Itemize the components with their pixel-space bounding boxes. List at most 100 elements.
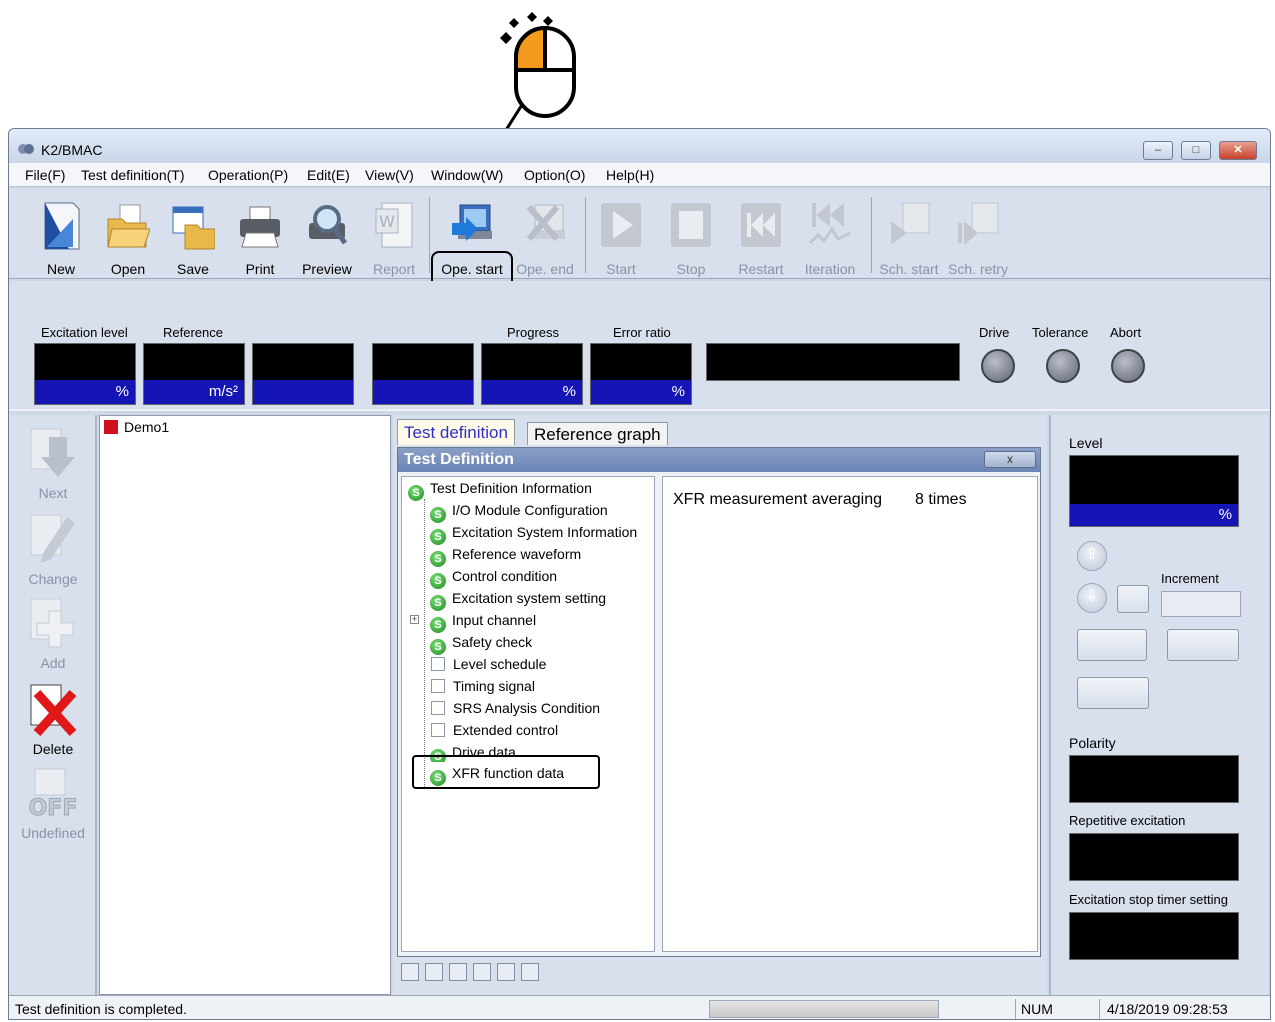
reference-display: m/s²	[143, 343, 245, 405]
tile-vertical-icon[interactable]	[449, 963, 467, 981]
test-definition-close-button[interactable]: x	[984, 451, 1036, 468]
level-display: %	[1069, 455, 1239, 527]
cascade-icon[interactable]	[473, 963, 491, 981]
restart-button[interactable]: Restart	[731, 193, 791, 279]
waveform-button[interactable]	[1077, 629, 1147, 661]
status-datetime: 4/18/2019 09:28:53	[1107, 1001, 1228, 1017]
tree-item-demo1[interactable]: Demo1	[104, 419, 169, 435]
status-message: Test definition is completed.	[15, 1001, 187, 1017]
tree-item[interactable]: S Control condition	[430, 565, 557, 589]
iteration-button[interactable]: Iteration	[799, 193, 861, 279]
next-button[interactable]: Next	[13, 427, 93, 509]
report-button[interactable]: W Report	[367, 193, 421, 279]
menu-operation[interactable]: Operation(P)	[208, 167, 288, 183]
increment-input[interactable]	[1161, 591, 1241, 617]
level-down-button[interactable]: ⇩	[1077, 583, 1107, 613]
drive-label: Drive	[979, 325, 1010, 340]
print-button[interactable]: Print	[233, 193, 287, 279]
menu-window[interactable]: Window(W)	[431, 167, 503, 183]
preview-button[interactable]: Preview	[297, 193, 357, 279]
progress-display: %	[481, 343, 583, 405]
increment-label: Increment	[1161, 571, 1219, 586]
add-plus-icon	[30, 598, 74, 648]
settings-toggle-button[interactable]	[1167, 629, 1239, 661]
tree-item[interactable]: S I/O Module Configuration	[430, 499, 608, 523]
menu-help[interactable]: Help(H)	[606, 167, 654, 183]
schedule-start-button[interactable]: Sch. start	[877, 193, 941, 279]
schedule-button[interactable]	[1077, 677, 1149, 709]
tree-item[interactable]: S Test Definition Information	[408, 477, 592, 501]
save-button[interactable]: Save	[165, 193, 221, 279]
level-label: Level	[1069, 435, 1103, 451]
tab-test-definition[interactable]: Test definition	[397, 419, 515, 445]
level-up-button[interactable]: ⇧	[1077, 541, 1107, 571]
tree-item[interactable]: Extended control	[430, 719, 558, 741]
tree-item[interactable]: S Excitation system setting	[430, 587, 606, 611]
pencil-icon	[30, 514, 75, 563]
rewind-icon	[741, 203, 781, 247]
arrange-icon[interactable]	[497, 963, 515, 981]
close-all-icon[interactable]	[521, 963, 539, 981]
app-window: K2/BMAC – □ ✕ File(F) Test definition(T)…	[8, 128, 1271, 1020]
abort-label: Abort	[1110, 325, 1142, 340]
printer-icon	[240, 206, 280, 248]
left-action-bar: Next Change Add Delete OFF Undefined	[9, 415, 97, 995]
tree-item[interactable]: S Reference waveform	[430, 543, 581, 567]
schedule-retry-button[interactable]: Sch. retry	[945, 193, 1011, 279]
delete-button[interactable]: Delete	[13, 683, 93, 765]
tree-item[interactable]: Level schedule	[430, 653, 546, 675]
menu-option[interactable]: Option(O)	[524, 167, 585, 183]
change-button[interactable]: Change	[13, 513, 93, 595]
tile-icon[interactable]	[401, 963, 419, 981]
play-icon	[601, 203, 641, 247]
open-folder-icon	[107, 204, 150, 248]
tree-item[interactable]: Timing signal	[430, 675, 535, 697]
maximize-button[interactable]: □	[1181, 141, 1211, 160]
ope-end-button[interactable]: Ope. end	[511, 193, 579, 279]
stop-timer-display	[1069, 912, 1239, 960]
next-arrow-icon	[30, 428, 75, 477]
expand-plus-icon[interactable]: +	[410, 615, 419, 624]
tree-item[interactable]: SRS Analysis Condition	[430, 697, 600, 719]
polarity-label: Polarity	[1069, 735, 1116, 751]
schedule-retry-icon	[958, 202, 999, 245]
abort-lamp	[1111, 349, 1145, 383]
status-progress-bar	[709, 1000, 939, 1018]
start-button[interactable]: Start	[593, 193, 649, 279]
polarity-display	[1069, 755, 1239, 803]
new-button[interactable]: New	[33, 193, 89, 279]
window-title: K2/BMAC	[41, 142, 103, 158]
add-button[interactable]: Add	[13, 597, 93, 679]
title-bar: K2/BMAC – □ ✕	[9, 129, 1270, 163]
tab-reference-graph[interactable]: Reference graph	[527, 422, 668, 445]
menu-bar: File(F) Test definition(T) Operation(P) …	[9, 163, 1270, 187]
close-button[interactable]: ✕	[1219, 141, 1257, 160]
tree-item[interactable]: S Input channel	[430, 609, 536, 633]
mouse-left-click-icon	[500, 12, 576, 118]
error-ratio-display: %	[590, 343, 692, 405]
operation-end-icon	[526, 204, 565, 241]
edit-level-button[interactable]	[1117, 585, 1149, 613]
undefined-button[interactable]: OFF Undefined	[13, 767, 93, 849]
operation-start-icon	[452, 204, 492, 241]
tile-horizontal-icon[interactable]	[425, 963, 443, 981]
menu-test-definition[interactable]: Test definition(T)	[81, 167, 184, 183]
iteration-icon	[808, 203, 851, 245]
stop-icon	[671, 203, 711, 247]
toolbar-separator	[585, 197, 586, 273]
tree-item[interactable]: S Excitation System Information	[430, 521, 637, 545]
menu-view[interactable]: View(V)	[365, 167, 414, 183]
menu-file[interactable]: File(F)	[25, 167, 65, 183]
repetitive-excitation-display	[1069, 833, 1239, 881]
right-control-panel: Level % ⇧ ⇩ Increment Polarity Repetitiv…	[1049, 415, 1268, 995]
excitation-level-label: Excitation level	[41, 325, 128, 340]
minimize-button[interactable]: –	[1143, 141, 1173, 160]
stop-button[interactable]: Stop	[663, 193, 719, 279]
main-toolbar: New Open Save Print Preview W Report Ope…	[9, 189, 1270, 335]
tree-item[interactable]: S Safety check	[430, 631, 532, 655]
off-icon: OFF	[28, 768, 78, 821]
open-button[interactable]: Open	[101, 193, 155, 279]
s-status-icon: S	[408, 485, 424, 501]
word-report-icon: W	[375, 202, 413, 248]
menu-edit[interactable]: Edit(E)	[307, 167, 350, 183]
